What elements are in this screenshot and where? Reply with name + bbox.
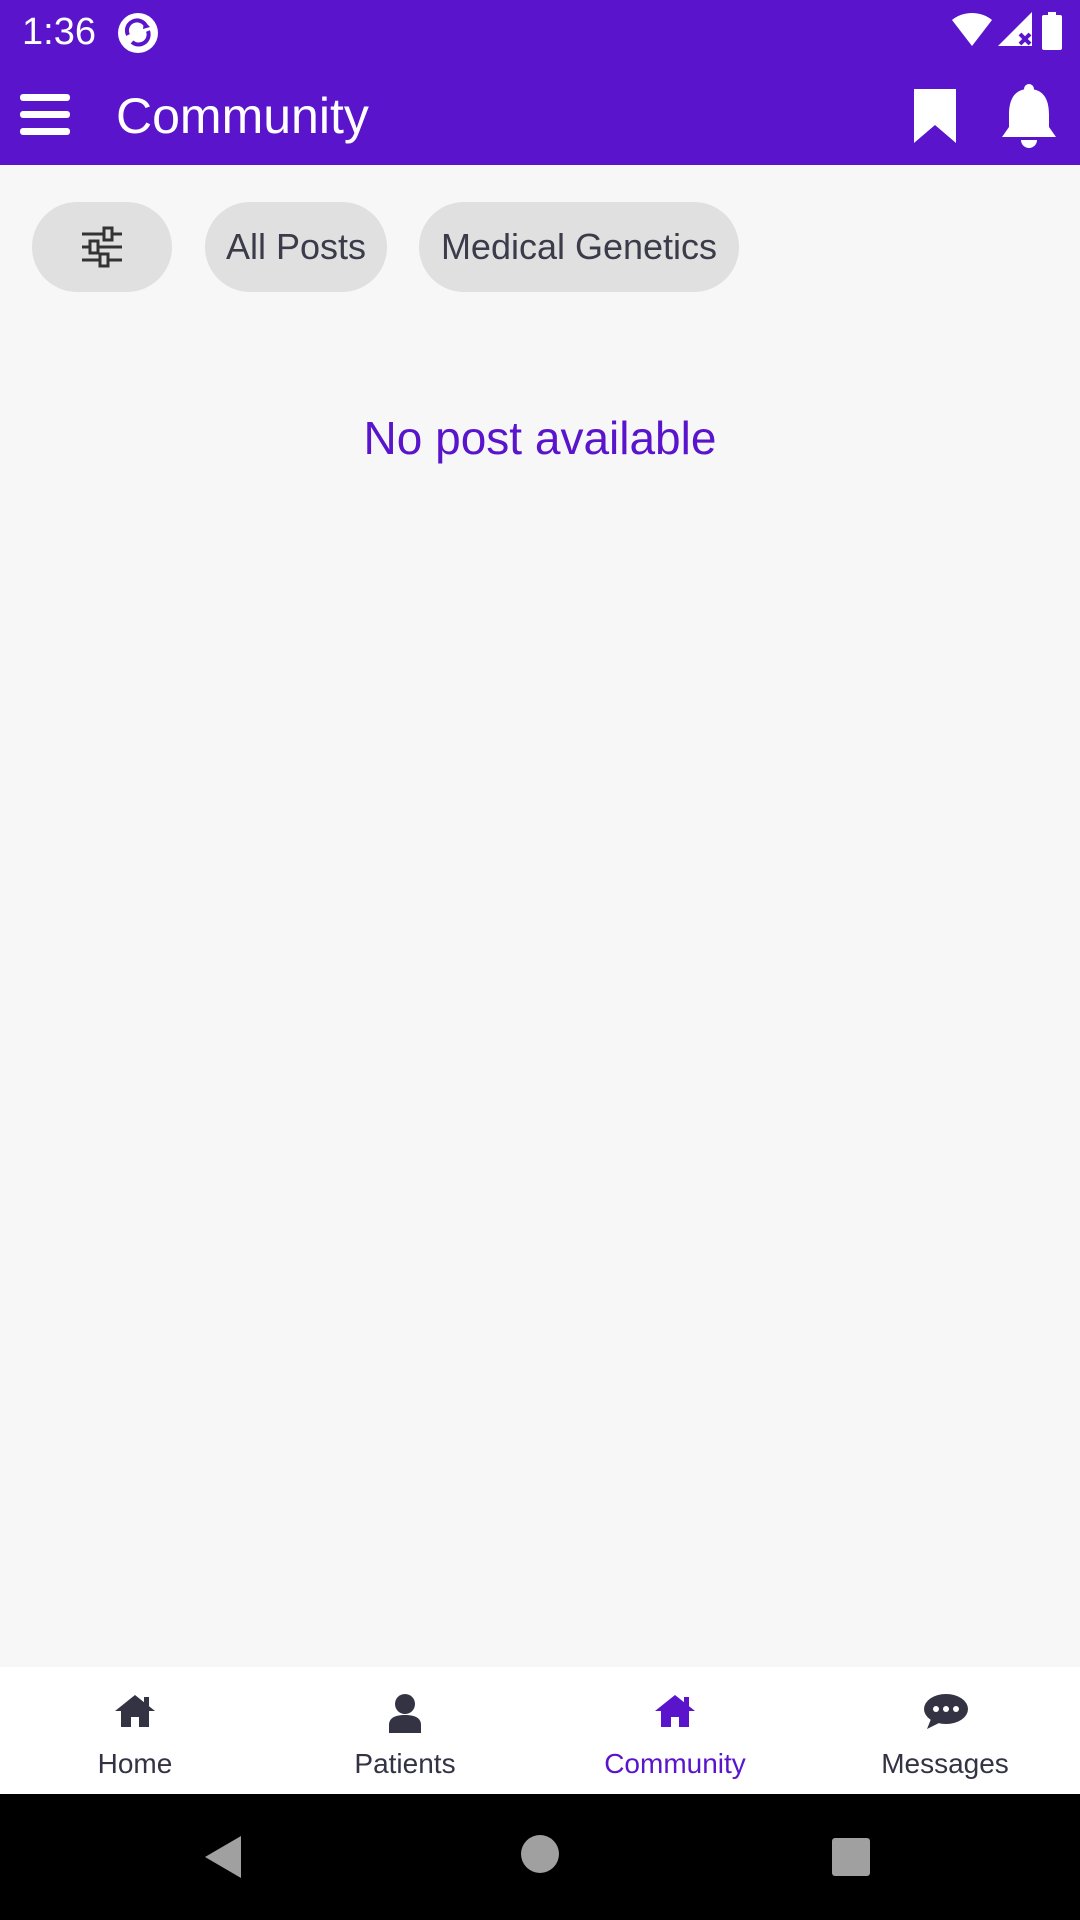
bottom-nav: Home Patients Community Messages	[0, 1667, 1080, 1794]
nav-label-patients: Patients	[354, 1748, 456, 1779]
person-icon	[389, 1694, 421, 1733]
community-home-icon	[655, 1695, 695, 1727]
app-bar: Community	[0, 65, 1080, 165]
menu-icon[interactable]	[18, 92, 74, 138]
nav-item-community[interactable]: Community	[540, 1667, 810, 1794]
chip-all-posts[interactable]: All Posts	[205, 202, 387, 292]
bookmark-icon[interactable]	[910, 87, 962, 145]
nav-label-messages: Messages	[881, 1748, 1009, 1779]
nav-item-patients[interactable]: Patients	[270, 1667, 540, 1794]
chip-medical-genetics[interactable]: Medical Genetics	[419, 202, 739, 292]
nav-label-home: Home	[97, 1748, 173, 1779]
page-title: Community	[116, 88, 369, 144]
wifi-icon	[952, 12, 992, 47]
sliders-icon	[82, 226, 122, 268]
nav-label-community: Community	[604, 1748, 746, 1779]
recents-icon[interactable]	[831, 1837, 871, 1877]
home-icon	[115, 1695, 155, 1727]
chat-bubble-icon	[924, 1694, 968, 1729]
empty-state-message: No post available	[363, 412, 717, 464]
nav-item-messages[interactable]: Messages	[810, 1667, 1080, 1794]
status-bar: 1:36	[0, 0, 1080, 65]
battery-icon	[1042, 12, 1062, 50]
status-time: 1:36	[22, 11, 96, 53]
bell-icon[interactable]	[998, 83, 1060, 149]
back-icon[interactable]	[203, 1834, 243, 1880]
app-sync-icon	[118, 13, 158, 53]
nav-item-home[interactable]: Home	[0, 1667, 270, 1794]
home-circle-icon[interactable]	[520, 1834, 560, 1874]
cellular-signal-icon	[998, 12, 1032, 46]
filter-chip[interactable]	[32, 202, 172, 292]
system-nav-bar	[0, 1794, 1080, 1920]
